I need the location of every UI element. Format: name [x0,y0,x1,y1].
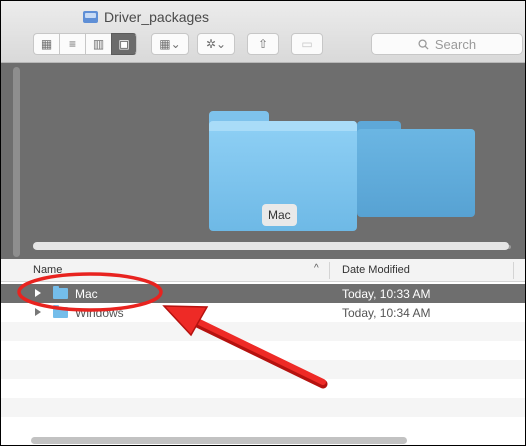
folder-icon [53,305,68,318]
window-title-text: Driver_packages [104,9,210,25]
list-header: Name ^ Date Modified [1,259,525,282]
empty-row [1,360,525,379]
icon-view-button[interactable]: ▦ [33,33,59,55]
sort-ascending-icon[interactable]: ^ [314,263,319,274]
empty-row [1,417,525,436]
share-group: ⇧ [247,33,279,55]
search-placeholder: Search [434,36,477,52]
row-name: Mac [75,287,98,301]
row-date: Today, 10:34 AM [342,306,431,320]
window-title: Driver_packages [83,7,209,27]
cover-flow-label: Mac [262,204,297,226]
empty-row [1,398,525,417]
arrange-button[interactable]: ▦⌄ [151,33,189,55]
action-button[interactable]: ✲⌄ [197,33,235,55]
toolbar: Driver_packages ▦ ≡ ▥ ▣ ▦⌄ ✲⌄ ⇧ ▭ Search [1,1,525,63]
search-icon [418,38,429,50]
vertical-scrollbar[interactable] [13,67,20,257]
gear-icon: ✲⌄ [205,37,227,51]
share-button[interactable]: ⇧ [247,33,279,55]
column-view-button[interactable]: ▥ [85,33,111,55]
action-group: ✲⌄ [197,33,235,55]
tag-icon: ▭ [301,37,313,51]
empty-row [1,341,525,360]
column-view-icon: ▥ [92,37,105,51]
list-view-icon: ≡ [68,37,76,51]
cover-flow-scrollbar[interactable] [33,242,509,250]
column-header-name[interactable]: Name [33,264,62,276]
disclosure-triangle-icon[interactable] [35,289,41,297]
tag-group: ▭ [291,33,323,55]
cover-flow-view-button[interactable]: ▣ [111,33,137,55]
cover-flow-view-icon: ▣ [118,37,130,51]
share-icon: ⇧ [257,37,269,51]
row-name: Windows [75,306,124,320]
list-row-mac[interactable]: Mac Today, 10:33 AM [1,284,525,303]
folder-drive-icon [83,11,98,23]
arrange-group: ▦⌄ [151,33,189,55]
tag-button[interactable]: ▭ [291,33,323,55]
finder-window: Driver_packages ▦ ≡ ▥ ▣ ▦⌄ ✲⌄ ⇧ ▭ Search [0,0,526,446]
list-row-windows[interactable]: Windows Today, 10:34 AM [1,303,525,322]
empty-row [1,322,525,341]
icon-view-icon: ▦ [40,37,53,51]
view-mode-segmented: ▦ ≡ ▥ ▣ [33,33,137,55]
horizontal-scrollbar[interactable] [31,437,407,444]
list-view-button[interactable]: ≡ [59,33,85,55]
folder-icon [53,286,68,299]
arrange-icon: ▦⌄ [159,37,181,51]
search-field[interactable]: Search [371,33,523,55]
empty-row [1,379,525,398]
disclosure-triangle-icon[interactable] [35,308,41,316]
folder-preview-windows[interactable] [357,121,475,217]
column-header-date-modified[interactable]: Date Modified [342,264,410,276]
row-date: Today, 10:33 AM [342,287,431,301]
